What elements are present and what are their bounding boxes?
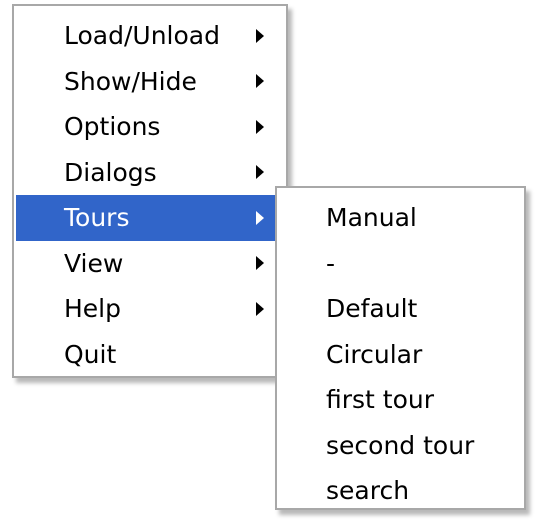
context-menu: Load/Unload Show/Hide Options Dialogs To… (12, 4, 288, 378)
menu-item-help[interactable]: Help (14, 286, 286, 332)
menu-item-label: Tours (64, 203, 130, 232)
menu-item-label: Load/Unload (64, 21, 220, 50)
triangle-right-icon (256, 256, 264, 271)
menu-item-label: Quit (64, 339, 117, 369)
triangle-right-icon (256, 301, 264, 316)
menu-item-view[interactable]: View (14, 241, 286, 287)
triangle-right-icon (256, 74, 264, 89)
triangle-right-icon (256, 210, 264, 225)
submenu-item-label: - (326, 248, 336, 278)
menu-item-label: Options (64, 112, 161, 141)
submenu-item-circular[interactable]: Circular (277, 332, 524, 378)
submenu-item-first-tour[interactable]: first tour (277, 377, 524, 423)
menu-item-label: View (64, 248, 124, 278)
menu-item-label: Help (64, 294, 121, 323)
submenu-item-second-tour[interactable]: second tour (277, 423, 524, 469)
submenu-item-label: Manual (326, 203, 417, 232)
triangle-right-icon (256, 119, 264, 134)
menu-item-quit[interactable]: Quit (14, 332, 286, 378)
submenu-item-dash[interactable]: - (277, 241, 524, 287)
menu-item-label: Dialogs (64, 157, 157, 187)
tours-submenu: Manual - Default Circular first tour sec… (275, 186, 526, 510)
triangle-right-icon (256, 165, 264, 180)
submenu-item-label: Default (326, 294, 418, 323)
triangle-right-icon (256, 28, 264, 43)
menu-item-show-hide[interactable]: Show/Hide (14, 59, 286, 105)
submenu-item-label: search (326, 476, 410, 505)
submenu-item-label: second tour (326, 430, 475, 460)
menu-item-load-unload[interactable]: Load/Unload (14, 13, 286, 59)
submenu-item-default[interactable]: Default (277, 286, 524, 332)
submenu-item-label: Circular (326, 339, 423, 369)
menu-item-dialogs[interactable]: Dialogs (14, 150, 286, 196)
submenu-item-search[interactable]: search (277, 468, 524, 514)
menu-item-options[interactable]: Options (14, 104, 286, 150)
menu-item-label: Show/Hide (64, 66, 197, 96)
submenu-item-label: first tour (326, 385, 435, 414)
submenu-item-manual[interactable]: Manual (277, 195, 524, 241)
menu-item-tours[interactable]: Tours (16, 195, 284, 241)
